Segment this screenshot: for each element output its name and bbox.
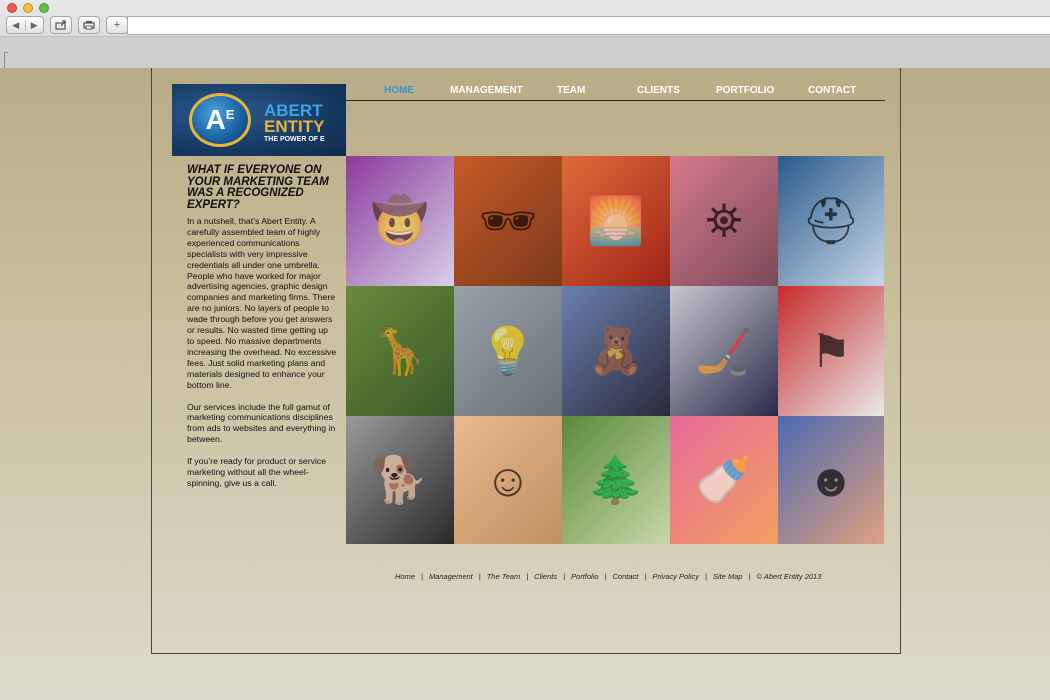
smiling-girl-tile[interactable]: ☻ <box>778 416 884 544</box>
dog-tile[interactable]: 🐕 <box>346 416 454 544</box>
hockey-icon: 🏒 <box>695 324 753 377</box>
print-icon <box>83 21 95 30</box>
back-forward-buttons: ◀ ▶ <box>6 16 44 34</box>
share-icon <box>55 20 66 30</box>
footer-separator: | <box>563 572 566 581</box>
lighthouse-icon: ⛯ <box>705 194 743 246</box>
footer-separator: | <box>705 572 707 581</box>
main-nav: HOME MANAGEMENT TEAM CLIENTS PORTFOLIO C… <box>346 84 885 101</box>
sunglasses-icon: 🕶 <box>478 194 538 247</box>
back-button[interactable]: ◀ <box>7 19 26 31</box>
browser-toolbar: ◀ ▶ + <box>0 0 1050 68</box>
abert-entity-logo[interactable]: AE ABERT ENTITY THE POWER OF E <box>172 84 346 156</box>
giraffe-icon: 🦒 <box>371 324 429 377</box>
tab-strip-edge <box>4 52 8 68</box>
giraffe-tile[interactable]: 🦒 <box>346 286 454 416</box>
footer-link-contact[interactable]: Contact <box>613 572 639 581</box>
nav-contact[interactable]: CONTACT <box>808 85 856 96</box>
footer-link-the-team[interactable]: The Team <box>487 572 521 581</box>
cowboy-map-tile[interactable]: 🤠 <box>346 156 454 286</box>
footer-link-site-map[interactable]: Site Map <box>713 572 743 581</box>
footer-link-home[interactable]: Home <box>395 572 415 581</box>
lighthouse-tile[interactable]: ⛯ <box>670 156 778 286</box>
nav-home[interactable]: HOME <box>384 85 414 96</box>
intro-copy: WHAT IF EVERYONE ON YOUR MARKETING TEAM … <box>187 164 337 500</box>
footer-link-portfolio[interactable]: Portfolio <box>571 572 599 581</box>
footer-separator: | <box>748 572 751 581</box>
intro-paragraph-3: If you’re ready for product or service m… <box>187 456 327 488</box>
footer-separator: | <box>526 572 529 581</box>
cowboy-icon: 🤠 <box>371 194 429 247</box>
footer-separator: | <box>421 572 423 581</box>
nav-portfolio[interactable]: PORTFOLIO <box>716 85 774 96</box>
woman-smiling-tile[interactable]: ☺ <box>454 416 562 544</box>
footer-link-clients[interactable]: Clients <box>534 572 557 581</box>
plush-icon: 🧸 <box>587 324 645 377</box>
print-button[interactable] <box>78 16 100 34</box>
logo-mark-letter: A <box>205 104 226 135</box>
intro-heading: WHAT IF EVERYONE ON YOUR MARKETING TEAM … <box>187 164 329 211</box>
sunset-sea-tile[interactable]: 🌅 <box>562 156 670 286</box>
footer-link-privacy-policy[interactable]: Privacy Policy <box>652 572 699 581</box>
footer-separator: | <box>644 572 647 581</box>
minimize-window-button[interactable] <box>23 3 33 13</box>
forward-button[interactable]: ▶ <box>26 20 44 31</box>
plush-toys-tile[interactable]: 🧸 <box>562 286 670 416</box>
nav-clients[interactable]: CLIENTS <box>637 85 680 96</box>
footer-separator: | <box>478 572 481 581</box>
footer-links: Home | Management | The Team | Clients | Portfol… <box>395 572 821 581</box>
logo-tagline: THE POWER OF E <box>264 136 325 143</box>
logo-mark: AE <box>189 93 251 147</box>
new-tab-button[interactable]: + <box>106 16 128 34</box>
nav-management[interactable]: MANAGEMENT <box>450 85 523 96</box>
footer-link-management[interactable]: Management <box>429 572 473 581</box>
bottle-icon: 🍼 <box>695 453 753 506</box>
logo-mark-superscript: E <box>225 106 235 122</box>
zoom-window-button[interactable] <box>39 3 49 13</box>
lightbulb-icon: 💡 <box>479 324 537 377</box>
window-controls <box>7 3 49 13</box>
intro-paragraph-1: In a nutshell, that’s Abert Entity. A ca… <box>187 216 337 390</box>
image-gallery: 🤠 🕶 🌅 ⛯ ⛑ 🦒 💡 🧸 🏒 ⚑ 🐕 ☺ 🌲 🍼 ☻ <box>346 156 884 544</box>
address-bar[interactable] <box>127 16 1050 35</box>
intro-paragraph-2: Our services include the full gamut of m… <box>187 401 336 445</box>
baby-bottle-tile[interactable]: 🍼 <box>670 416 778 544</box>
share-button[interactable] <box>50 16 72 34</box>
dog-icon: 🐕 <box>371 453 429 506</box>
footer-separator: | <box>604 572 607 581</box>
flag-icon: ⚑ <box>810 325 852 377</box>
birch-forest-tile[interactable]: 🌲 <box>562 416 670 544</box>
close-window-button[interactable] <box>7 3 17 13</box>
forest-icon: 🌲 <box>587 453 645 506</box>
nav-team[interactable]: TEAM <box>557 85 585 96</box>
girl-icon: ☻ <box>806 454 856 506</box>
hockey-players-tile[interactable]: 🏒 <box>670 286 778 416</box>
footer-copyright: © Abert Entity 2013 <box>756 572 822 581</box>
logo-name-line2: ENTITY <box>264 117 325 136</box>
flag-camera-tile[interactable]: ⚑ <box>778 286 884 416</box>
glass-lightbulb-tile[interactable]: 💡 <box>454 286 562 416</box>
helmet-icon: ⛑ <box>801 194 861 247</box>
astronaut-helmet-tile[interactable]: ⛑ <box>778 156 884 286</box>
logo-name: ABERT ENTITY <box>264 102 325 136</box>
sunset-icon: 🌅 <box>587 194 645 247</box>
sunglasses-man-tile[interactable]: 🕶 <box>454 156 562 286</box>
woman-icon: ☺ <box>484 454 532 506</box>
tab-strip <box>0 36 1050 68</box>
